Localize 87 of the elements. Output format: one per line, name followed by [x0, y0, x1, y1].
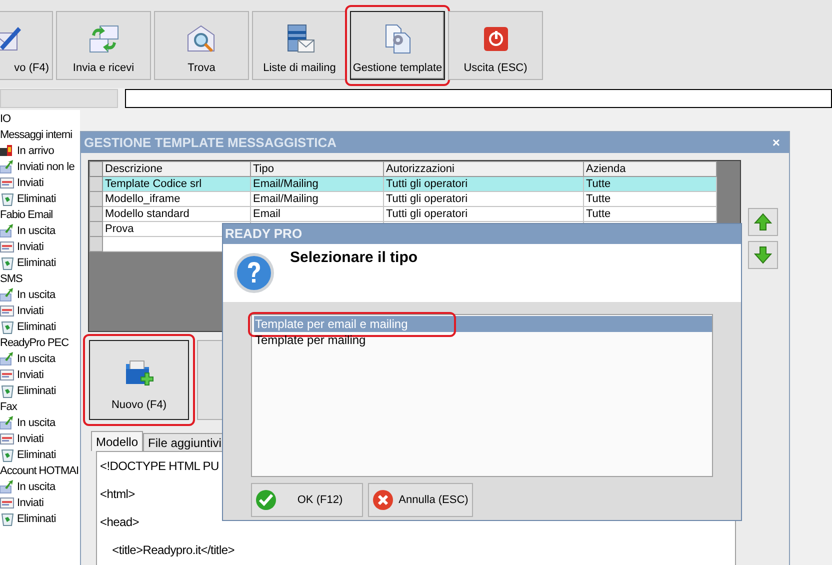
tree-item[interactable]: Inviati	[17, 302, 44, 320]
tree-item[interactable]: In uscita	[17, 478, 56, 496]
tree-item[interactable]: Inviati	[17, 238, 44, 256]
row-header	[90, 206, 102, 222]
window-title: GESTIONE TEMPLATE MESSAGGISTICA	[84, 134, 337, 152]
table-cell: Tutti gli operatori	[384, 192, 584, 206]
tree-item[interactable]: SMS	[0, 271, 22, 287]
toolbar-button[interactable]: Invia e ricevi	[56, 11, 151, 80]
row-header	[90, 176, 102, 192]
table-cell: Email/Mailing	[250, 192, 384, 206]
envelope-arrow-icon	[0, 480, 14, 494]
tree-item[interactable]: Eliminati	[17, 190, 56, 208]
table-cell: Tutti gli operatori	[384, 206, 584, 222]
text-field[interactable]	[125, 89, 832, 108]
column-header[interactable]: Tipo	[250, 162, 384, 176]
new-button[interactable]: Nuovo (F4)	[89, 340, 189, 420]
table-cell: Template Codice srl	[102, 176, 250, 192]
dialog-button[interactable]: Annulla (ESC)	[368, 483, 473, 517]
folder-plus-icon	[123, 358, 155, 388]
list-item[interactable]: Template per mailing	[254, 332, 712, 348]
move-up-button[interactable]	[748, 208, 778, 236]
inbox-icon	[0, 144, 14, 158]
tree-item[interactable]: Eliminati	[17, 446, 56, 464]
envelope-arrow-icon	[0, 160, 14, 174]
table-cell: Email/Mailing	[250, 176, 384, 192]
tree-item[interactable]: In uscita	[17, 414, 56, 432]
tree-item[interactable]: Eliminati	[17, 382, 56, 400]
tree-item[interactable]: Inviati	[17, 174, 44, 192]
code-line: <!DOCTYPE HTML PU	[100, 458, 219, 473]
table-cell: Tutti gli operatori	[384, 176, 584, 192]
send-receive-icon	[88, 23, 120, 55]
envelope-arrow-icon	[0, 352, 14, 366]
tree-item[interactable]: Eliminati	[17, 510, 56, 528]
tree-item[interactable]: Fax	[0, 399, 17, 415]
toolbar-button[interactable]: Gestione template	[350, 11, 445, 80]
recycle-bin-icon	[0, 192, 14, 206]
tree-item[interactable]: In uscita	[17, 286, 56, 304]
column-header[interactable]: Autorizzazioni	[384, 162, 584, 176]
toolbar-button[interactable]: Trova	[154, 11, 249, 80]
tree-item[interactable]: In arrivo	[17, 142, 54, 160]
toolbar-button[interactable]: Liste di mailing	[252, 11, 347, 80]
power-icon	[482, 26, 508, 52]
recycle-bin-icon	[0, 320, 14, 334]
column-header[interactable]: Descrizione	[102, 162, 250, 176]
tree-item[interactable]: Messaggi interni	[0, 127, 72, 143]
code-line: <head>	[100, 514, 139, 529]
dialog-heading: Selezionare il tipo	[290, 248, 418, 268]
table-cell: Tutte	[584, 192, 716, 206]
recycle-bin-icon	[0, 256, 14, 270]
tab[interactable]: Modello	[91, 431, 144, 451]
move-down-button[interactable]	[748, 241, 778, 269]
tree-item[interactable]: Eliminati	[17, 254, 56, 272]
envelope-arrow-icon	[0, 416, 14, 430]
table-cell: Modello_iframe	[102, 192, 250, 206]
table-cell: Modello standard	[102, 206, 250, 222]
dialog-button[interactable]: OK (F12)	[251, 483, 363, 517]
toolbar-button[interactable]: vo (F4)	[0, 11, 53, 80]
table-cell: Tutte	[584, 206, 716, 222]
envelope-arrow-icon	[0, 224, 14, 238]
envelope-arrow-icon	[0, 288, 14, 302]
close-icon	[372, 489, 394, 511]
tree-item[interactable]: Inviati non le	[17, 158, 75, 176]
tree-item[interactable]: ReadyPro PEC	[0, 335, 69, 351]
question-icon	[233, 252, 275, 294]
down-arrow-icon	[754, 246, 772, 264]
column-header[interactable]: Azienda	[584, 162, 716, 176]
tree-item[interactable]: IO	[0, 111, 11, 127]
row-header	[90, 192, 102, 206]
recycle-bin-icon	[0, 512, 14, 526]
toolbar-button[interactable]: Uscita (ESC)	[448, 11, 543, 80]
tree-item[interactable]: Fabio Email	[0, 207, 53, 223]
tree-item[interactable]: Inviati	[17, 494, 44, 512]
code-line: <html>	[100, 486, 135, 501]
recycle-bin-icon	[0, 384, 14, 398]
tree-item[interactable]: Inviati	[17, 430, 44, 448]
tree-item[interactable]: Inviati	[17, 366, 44, 384]
check-icon	[255, 489, 277, 511]
search-icon	[186, 23, 218, 55]
tree-item[interactable]: In uscita	[17, 222, 56, 240]
tree-item[interactable]: Account HOTMAI	[0, 463, 79, 479]
up-arrow-icon	[754, 213, 772, 231]
recycle-bin-icon	[0, 448, 14, 462]
code-line: <title>Readypro.it</title>	[111, 542, 234, 557]
tree-item[interactable]: Eliminati	[17, 318, 56, 336]
tree-item[interactable]: In uscita	[17, 350, 56, 368]
table-cell: Tutte	[584, 176, 716, 192]
table-cell: Email	[250, 206, 384, 222]
